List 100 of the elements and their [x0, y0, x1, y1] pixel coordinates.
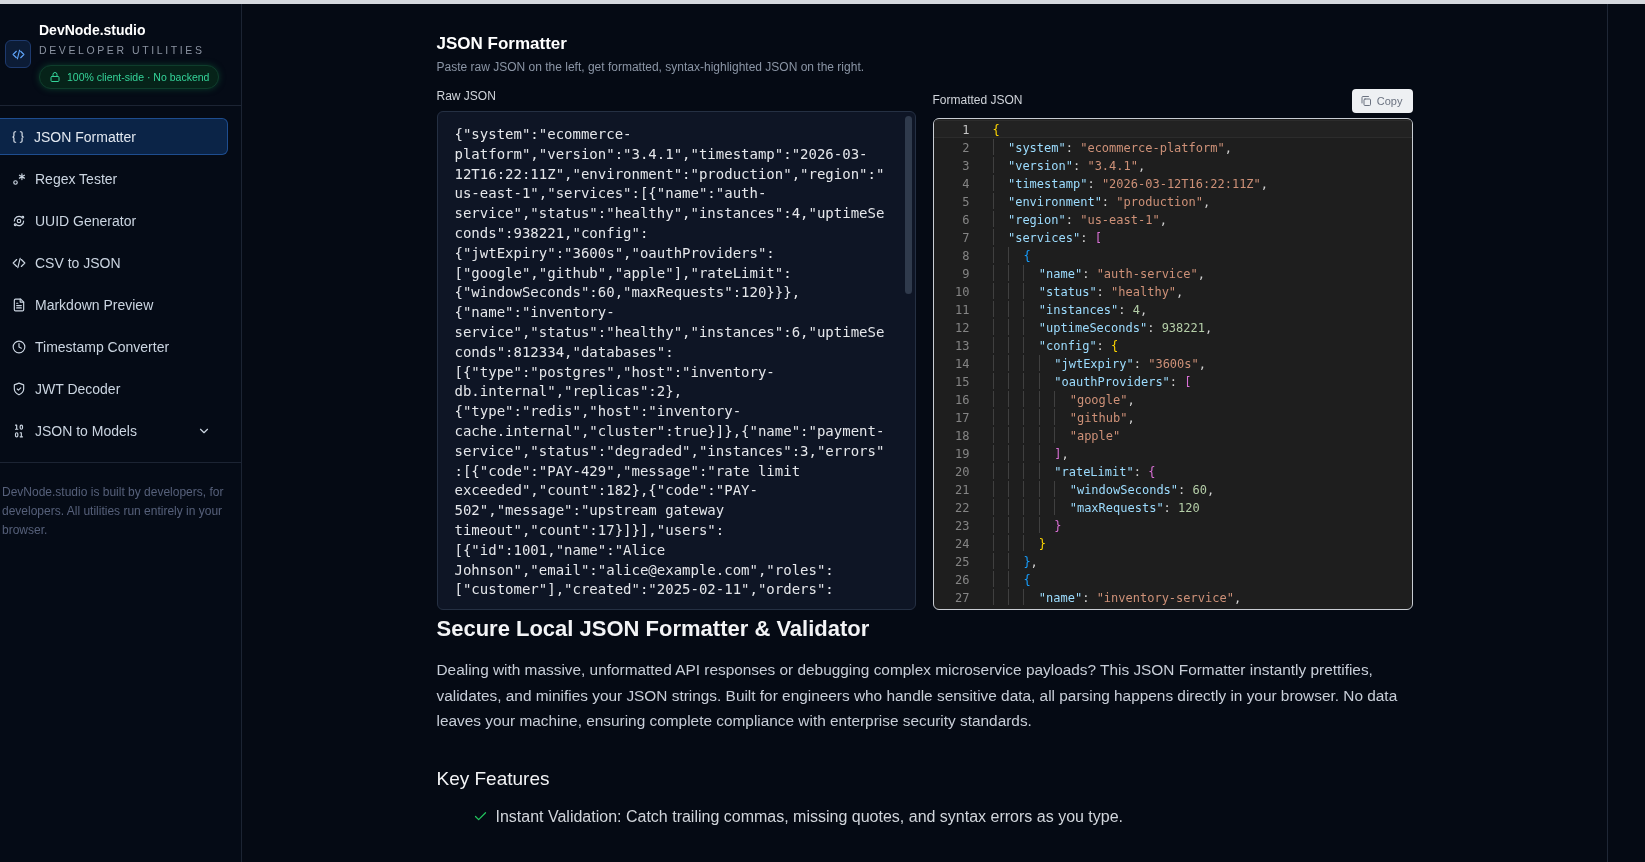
code-token: , — [1127, 410, 1135, 425]
code-token: "maxRequests" — [1069, 500, 1164, 515]
line-number: 21 — [954, 482, 971, 497]
code-token: 4 — [1132, 302, 1140, 317]
code-token: : — [1065, 140, 1074, 155]
brand-tagline: DEVELOPER UTILITIES — [39, 44, 206, 56]
field-label: Raw JSON — [436, 89, 497, 104]
code-token: "3.4.1" — [1087, 158, 1138, 173]
code-token: "us-east-1" — [1080, 212, 1160, 227]
code-token: 120 — [1178, 500, 1200, 515]
code-token: "apple" — [1069, 428, 1121, 443]
sidebar-item[interactable]: UUID Generator — [0, 202, 228, 239]
line-number: 8 — [961, 248, 971, 263]
code-token: , — [1140, 302, 1148, 317]
bracket: } — [1054, 518, 1062, 533]
code-token: "google" — [1069, 392, 1128, 407]
bracket: { — [1023, 248, 1031, 263]
code-token: : — [1163, 500, 1172, 515]
code-token: : — [1133, 464, 1142, 479]
line-number: 5 — [961, 194, 971, 209]
code-token: "3600s" — [1148, 356, 1199, 371]
code-token: : — [1178, 482, 1187, 497]
line-number: 15 — [954, 374, 971, 389]
bracket: { — [1111, 338, 1119, 353]
code-token: "region" — [1007, 212, 1066, 227]
status-badge: 100% client-side · No backend — [39, 65, 220, 89]
line-number: 13 — [954, 338, 971, 353]
line-number: 25 — [954, 554, 971, 569]
sidebar-item[interactable]: JWT Decoder — [0, 370, 228, 407]
clock-icon — [12, 339, 26, 354]
bracket: { — [1148, 464, 1156, 479]
code-token: : — [1065, 212, 1074, 227]
code-token: "status" — [1038, 284, 1097, 299]
line-number: 24 — [954, 536, 971, 551]
sidebar-item[interactable]: CSV to JSON — [0, 244, 228, 281]
code-token: , — [1138, 158, 1146, 173]
code-token: "instances" — [1038, 302, 1119, 317]
bracket: { — [1023, 572, 1031, 587]
code-token: "github" — [1069, 410, 1128, 425]
code-token: : — [1082, 590, 1091, 605]
code-token: "environment" — [1007, 194, 1102, 209]
sidebar-item[interactable]: Markdown Preview — [0, 286, 228, 323]
code-token: "windowSeconds" — [1069, 482, 1179, 497]
footer-text: DevNode.studio is built by developers, for developers. All utilities run entirely in your browser. — [1, 484, 225, 539]
document-icon — [12, 297, 26, 312]
code-token: , — [1197, 266, 1205, 281]
code-token: : — [1101, 194, 1111, 209]
code-token: : — [1080, 230, 1089, 245]
copy-icon — [1359, 95, 1372, 107]
scrollbar-thumb[interactable] — [904, 116, 912, 294]
sidebar-item[interactable]: Timestamp Converter — [0, 328, 228, 365]
code-token: "oauthProviders" — [1054, 374, 1170, 389]
line-number: 6 — [961, 212, 971, 227]
code-token: : — [1072, 158, 1082, 173]
code-token: , — [1224, 140, 1232, 155]
raw-json-field[interactable]: {"system":"ecommerce-platform","version":"3.4.1","timestamp":"2026-03-12T16:22:11Z","environment":"production","region":"us-east-1","services":[{"name":"auth-service","status":"healthy","instances":4,"uptimeSeconds":938221,"config":{"jwtExpiry":"3600s","oauthProviders":["google","github","apple"],"rateLimit":{"windowSeconds":60,"maxRequests":120}}},{"name":"inventory-service","status":"healthy","instances":6,"uptimeSeconds":812334,"databases":[{"type":"postgres","host":"inventory-db.internal","replicas":2},{"type":"redis","host":"inventory-cache.internal","cluster":true}]},{"name":"payment-service","status":"degraded","instances":3,"errors":[{"code":"PAY-429","message":"rate limit exceeded","count":182},{"code":"PAY-502","message":"upstream gateway timeout","count":17}]}],"users":[{"id":1001,"name":"Alice Johnson","email":"alice@example.com","roles":["customer"],"created":"2025-02-11","orders": — [436, 111, 916, 610]
code-token: , — [1127, 392, 1135, 407]
code-token: , — [1159, 212, 1167, 227]
description-paragraph: Dealing with massive, unformatted API responses or debugging complex microservice payloads? This JSON Formatter instantly prettifies, validates, and minifies your JSON strings. Built for engineers who handle sensitive data, all parsing happens directly in your browser. No data leaves your machine, ensuring complete compliance with enterprise security standards. — [436, 660, 1399, 731]
line-number: 7 — [961, 230, 971, 245]
line-number: 20 — [954, 464, 971, 479]
code-token: , — [1203, 194, 1211, 209]
line-number: 4 — [961, 176, 971, 191]
section-heading: Secure Local JSON Formatter & Validator — [436, 615, 871, 643]
bracket: ] — [1054, 446, 1062, 461]
code-token: 60 — [1192, 482, 1207, 497]
line-number: 10 — [954, 284, 971, 299]
code-token: "version" — [1007, 158, 1073, 173]
copy-button[interactable]: Copy — [1351, 89, 1413, 113]
code-token: : — [1169, 374, 1179, 389]
line-number: 9 — [961, 266, 971, 281]
binary-icon — [12, 423, 26, 438]
sidebar-item[interactable]: JSON to Models — [0, 412, 228, 449]
code-token: : — [1082, 266, 1091, 281]
line-number: 17 — [954, 410, 971, 425]
line-number: 12 — [954, 320, 971, 335]
line-number: 19 — [954, 446, 971, 461]
code-token: "auth-service" — [1096, 266, 1198, 281]
code-token: , — [1260, 176, 1269, 191]
bracket: } — [1038, 536, 1047, 551]
tool-title: JSON Formatter — [436, 33, 568, 54]
bracket: } — [1023, 554, 1031, 569]
brand-name: DevNode.studio — [39, 22, 147, 39]
bracket: [ — [1094, 230, 1102, 245]
sidebar-item[interactable]: JSON Formatter — [0, 118, 228, 155]
code-token: : — [1147, 320, 1156, 335]
code-token: , — [1206, 482, 1215, 497]
code-token: "ecommerce-platform" — [1080, 140, 1225, 155]
line-number: 3 — [961, 158, 971, 173]
code-token: , — [1061, 446, 1069, 461]
logo-icon — [5, 40, 31, 68]
code-token: , — [1233, 590, 1242, 605]
code-token: : — [1096, 338, 1105, 353]
code-token: 938221 — [1161, 320, 1205, 335]
line-number: 27 — [954, 590, 971, 605]
line-number: 22 — [954, 500, 971, 515]
sidebar-item[interactable]: Regex Tester — [0, 160, 228, 197]
code-token: : — [1133, 356, 1142, 371]
code-token: "timestamp" — [1007, 176, 1088, 191]
lock-icon — [49, 71, 61, 83]
